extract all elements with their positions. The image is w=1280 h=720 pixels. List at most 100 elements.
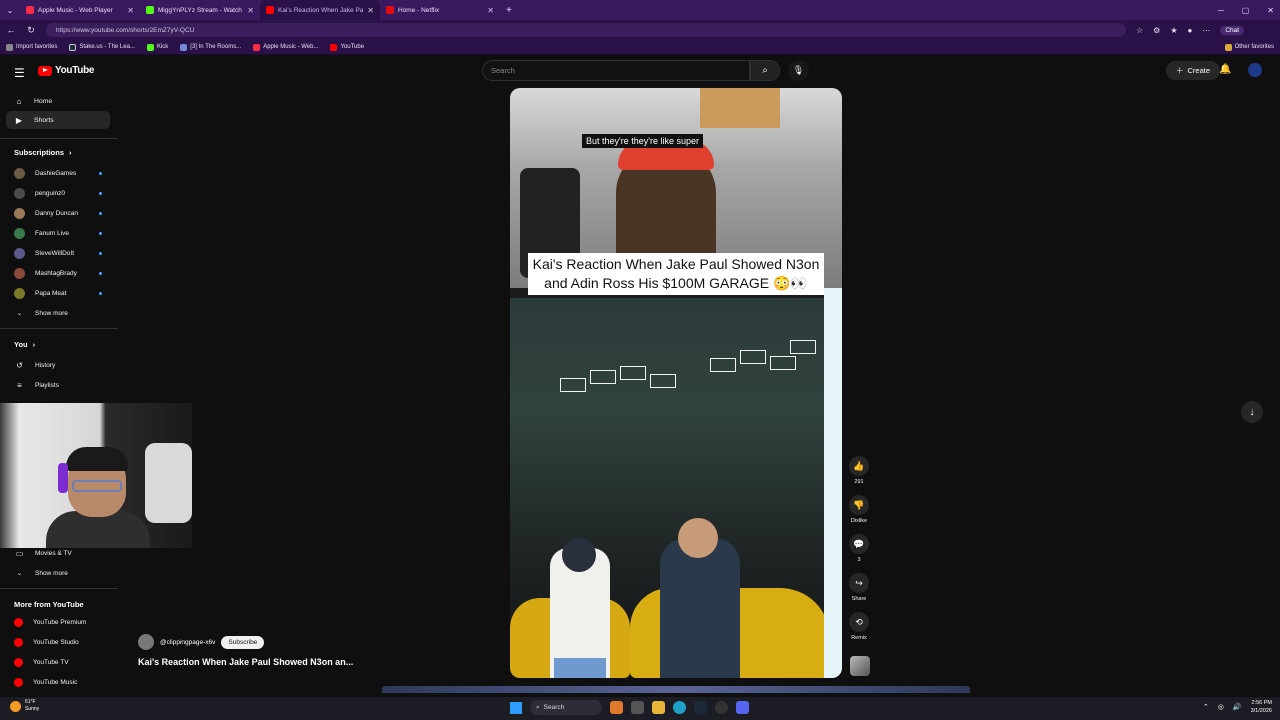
stake-icon [69,43,77,51]
other-favorites[interactable]: Other favorites [1224,43,1274,51]
create-button[interactable]: ＋ Create [1166,61,1221,80]
close-window-icon[interactable]: ✕ [1267,6,1274,15]
weather-temp: 61°F [25,699,36,705]
remix-icon[interactable]: ⟲ [849,612,869,632]
comment-icon[interactable]: 💬 [849,534,869,554]
dislike-action[interactable]: 👎 Dislike [848,495,870,524]
tab-actions-menu[interactable]: ⌄ [0,0,20,20]
favorite-apple-music[interactable]: Apple Music - Web... [253,43,318,51]
subscribe-button[interactable]: Subscribe [221,635,265,649]
task-view-icon[interactable] [631,701,644,714]
sidebar-item-youtube-studio[interactable]: YouTube Studio [14,634,104,650]
section-label: You [14,340,28,349]
file-explorer-icon[interactable] [652,701,665,714]
show-more-subscriptions[interactable]: ⌄ Show more [14,305,104,321]
subscription-item[interactable]: SteveWillDoIt [14,245,104,261]
notifications-icon[interactable]: 🔔 [1219,64,1231,75]
divider [0,328,118,329]
sun-icon [10,700,21,712]
widget-icon[interactable] [610,701,623,714]
star-icon[interactable]: ☆ [1136,26,1143,35]
favorite-stake[interactable]: Stake.us - The Lea... [69,43,135,51]
tab-youtube-short[interactable]: Kai's Reaction When Jake Paul Sh... ✕ [260,0,380,20]
chevron-up-icon[interactable]: ⌃ [1203,703,1209,711]
subscription-item[interactable]: Fanum Live [14,225,104,241]
close-tab-icon[interactable]: ✕ [247,6,254,15]
apple-music-icon [253,43,261,51]
show-more-explore[interactable]: ⌄ Show more [14,565,104,581]
refresh-icon[interactable]: ↻ [26,25,36,36]
maximize-icon[interactable]: ▢ [1242,6,1250,15]
chevron-down-icon: ⌄ [16,570,23,577]
subscription-item[interactable]: DashieGames [14,165,104,181]
favorite-youtube[interactable]: YouTube [330,43,364,51]
address-bar[interactable]: https://www.youtube.com/shorts/2EmZ7yV-Q… [46,23,1126,37]
menu-icon[interactable]: ☰ [14,66,25,80]
subscription-item[interactable]: penguinz0 [14,185,104,201]
subscriptions-heading[interactable]: Subscriptions › [14,148,72,157]
volume-icon[interactable]: 🔊 [1233,703,1242,711]
discord-icon[interactable] [736,701,749,714]
favorites-bar: Import favorites Stake.us - The Lea... K… [0,40,1280,55]
favorites-icon[interactable]: ★ [1170,26,1177,35]
dislike-icon[interactable]: 👎 [849,495,869,515]
obs-icon[interactable] [715,701,728,714]
you-heading[interactable]: You › [14,340,35,349]
account-avatar[interactable] [1248,63,1262,77]
taskbar-search[interactable]: ⌕ Search [530,700,602,715]
youtube-logo[interactable]: YouTube [38,65,95,76]
favorite-import[interactable]: Import favorites [6,43,57,51]
windows-start-icon[interactable] [510,701,522,714]
favorite-kick[interactable]: Kick [146,43,168,51]
profile-icon[interactable]: ● [1188,26,1193,35]
sidebar-item-youtube-music[interactable]: YouTube Music [14,674,104,690]
copilot-chat-button[interactable]: Chat [1220,25,1245,35]
plus-icon: ＋ [1176,66,1184,75]
sidebar-item-youtube-premium[interactable]: YouTube Premium [14,614,104,630]
remix-action[interactable]: ⟲ Remix [848,612,870,641]
network-icon[interactable]: ◎ [1218,703,1224,711]
close-tab-icon[interactable]: ✕ [487,6,494,15]
channel-avatar[interactable] [138,634,154,650]
tab-apple-music[interactable]: Apple Music - Web Player ✕ [20,0,140,20]
subscription-item[interactable]: Danny Duncan [14,205,104,221]
short-video-player[interactable]: But they're they're like super Kai's Rea… [510,88,842,678]
sidebar-item-youtube-tv[interactable]: YouTube TV [14,654,104,670]
extensions-icon[interactable]: ⚙ [1153,26,1160,35]
favorite-rooms[interactable]: [3] In The Rooms... [180,43,241,51]
search-button[interactable]: ⌕ [750,60,780,81]
sidebar-item-shorts[interactable]: ▶ Shorts [6,111,110,129]
close-tab-icon[interactable]: ✕ [127,6,134,15]
subscription-item[interactable]: MashtagBrady [14,265,104,281]
clock[interactable]: 2:56 PM 3/1/2026 [1251,699,1272,715]
back-icon[interactable]: ← [6,25,16,35]
tab-netflix[interactable]: Home - Netflix ✕ [380,0,500,20]
subscription-item[interactable]: Papa Meat [14,285,104,301]
voice-search-button[interactable]: 🎙 [788,60,809,81]
sidebar-item-label: Home [34,97,53,105]
channel-handle[interactable]: @clippingpage-x6v [160,639,215,646]
minimize-icon[interactable]: ─ [1218,6,1224,15]
next-short-button[interactable]: ↓ [1241,401,1263,423]
comments-action[interactable]: 💬 3 [848,534,870,563]
channel-name: Papa Meat [35,289,67,297]
channel-avatar [14,227,25,239]
sidebar-item-history[interactable]: ↺ History [14,357,104,373]
sidebar-item-playlists[interactable]: ≡ Playlists [14,377,104,393]
share-action[interactable]: ↪ Share [848,573,870,602]
close-tab-icon[interactable]: ✕ [367,6,374,15]
weather-widget[interactable]: 61°F Sunny [10,699,39,713]
short-title[interactable]: Kai's Reaction When Jake Paul Showed N3o… [138,657,353,667]
sound-thumbnail[interactable] [850,656,870,676]
search-input[interactable]: Search [482,60,750,81]
ceiling-light [770,356,796,370]
steam-icon[interactable] [694,701,707,714]
like-action[interactable]: 👍 291 [848,456,870,485]
sidebar-item-home[interactable]: ⌂ Home [6,92,110,110]
share-icon[interactable]: ↪ [849,573,869,593]
more-icon[interactable]: ⋯ [1202,26,1210,35]
like-icon[interactable]: 👍 [849,456,869,476]
tab-kick-stream[interactable]: MiggYnPLYz Stream - Watch Live ✕ [140,0,260,20]
edge-icon[interactable] [673,701,686,714]
new-tab-button[interactable]: + [506,5,512,16]
